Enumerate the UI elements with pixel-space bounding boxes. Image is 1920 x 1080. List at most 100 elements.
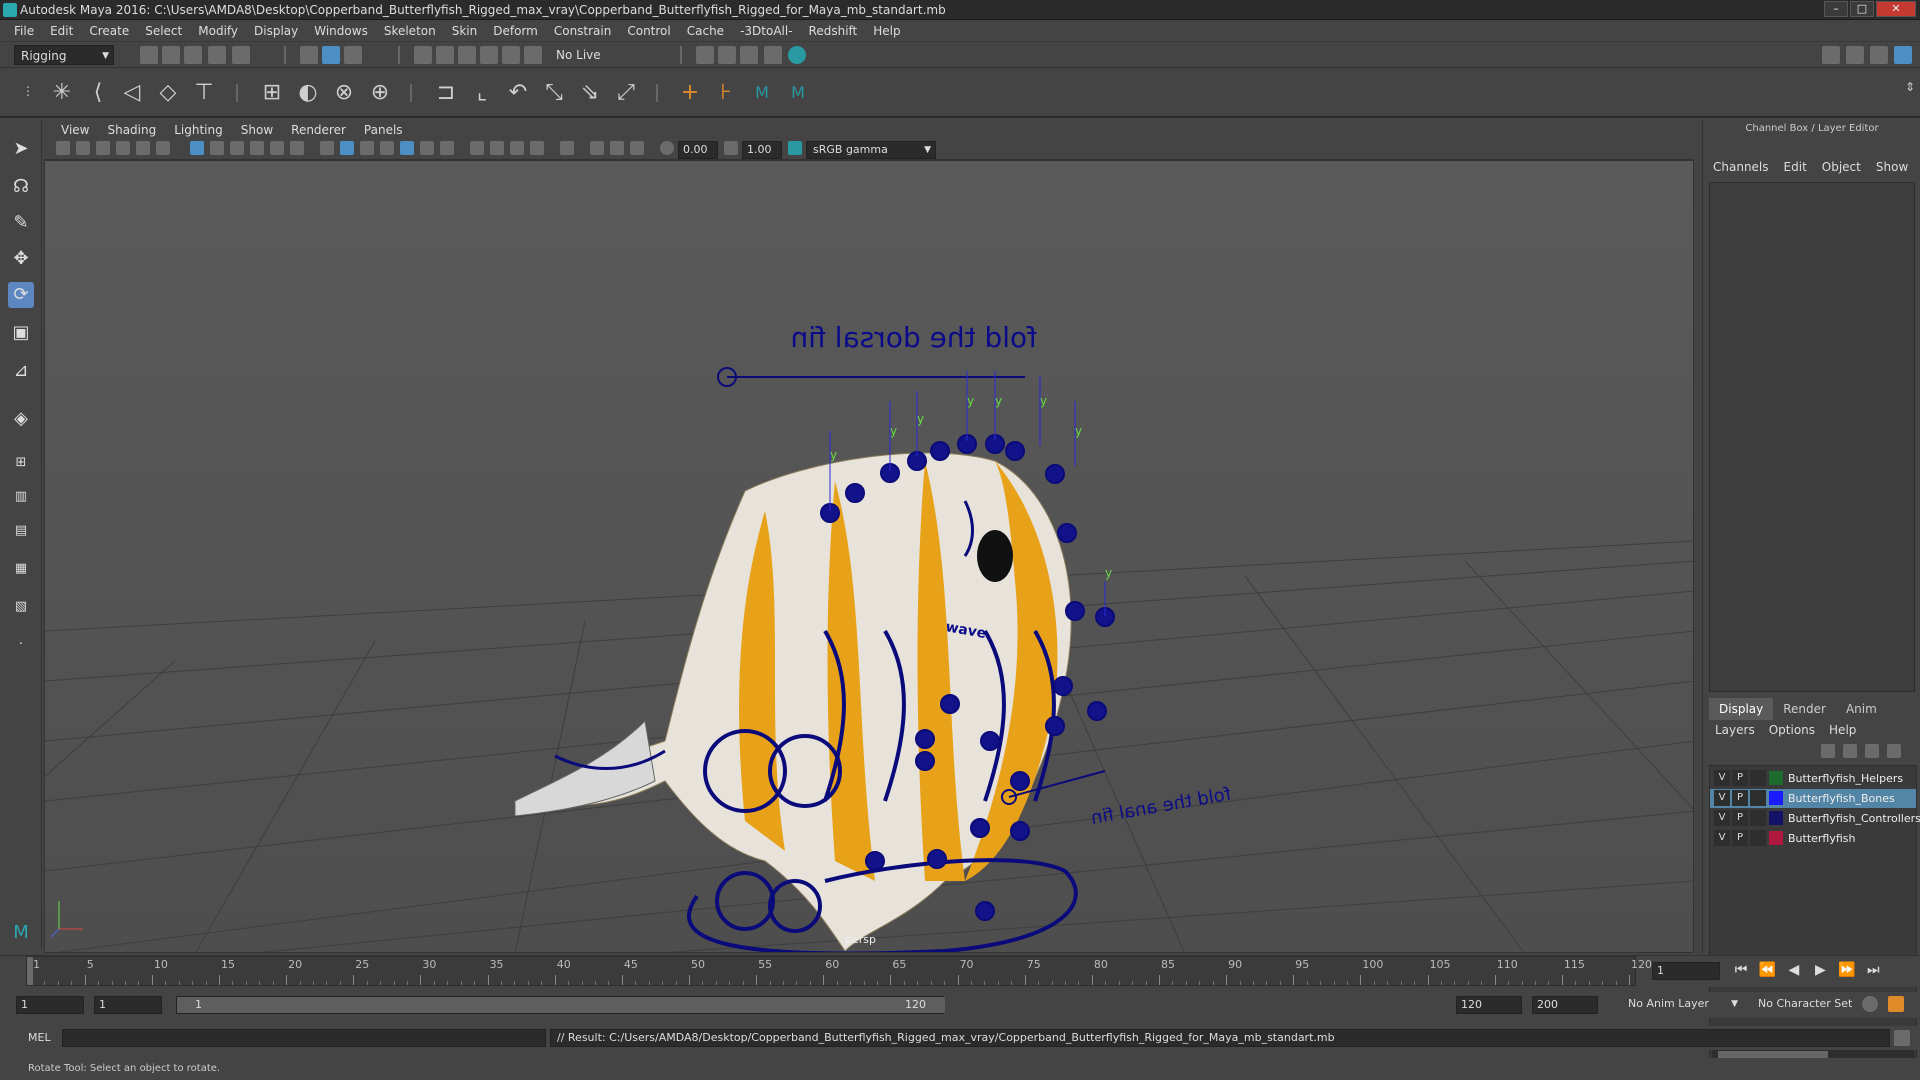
layer-color-swatch[interactable]	[1769, 791, 1783, 805]
gamma-icon[interactable]	[724, 141, 738, 155]
layer-row[interactable]: V P Butterflyfish	[1710, 829, 1916, 848]
lattice-icon[interactable]: ⊗	[330, 80, 358, 106]
tab-display[interactable]: Display	[1709, 698, 1774, 720]
script-language-toggle[interactable]: MEL	[8, 1029, 58, 1047]
default-material-icon[interactable]	[360, 141, 374, 155]
xray-components-icon[interactable]	[630, 141, 644, 155]
panel-menu-view[interactable]: View	[52, 123, 98, 137]
render-frame-icon[interactable]	[718, 46, 736, 64]
exposure-icon[interactable]	[660, 141, 674, 155]
layer-color-swatch[interactable]	[1769, 811, 1783, 825]
menu-select[interactable]: Select	[137, 24, 190, 38]
resolution-gate-icon[interactable]	[230, 141, 244, 155]
smooth-shade-icon[interactable]	[340, 141, 354, 155]
menu-control[interactable]: Control	[619, 24, 678, 38]
layer-menu-options[interactable]: Options	[1769, 720, 1815, 740]
layer-playback-toggle[interactable]: P	[1732, 830, 1748, 846]
panel-menu-shading[interactable]: Shading	[98, 123, 165, 137]
menu-windows[interactable]: Windows	[306, 24, 376, 38]
menu-3dtoall[interactable]: -3DtoAll-	[732, 24, 800, 38]
play-forward-icon[interactable]: ▶	[1809, 962, 1831, 978]
go-to-start-icon[interactable]: ⏮	[1730, 962, 1752, 978]
layer-visibility-toggle[interactable]: V	[1714, 770, 1730, 786]
channel-box-icon[interactable]	[1894, 46, 1912, 64]
tab-render[interactable]: Render	[1773, 698, 1836, 720]
snap-surface-icon[interactable]	[502, 46, 520, 64]
close-button[interactable]: ✕	[1876, 1, 1916, 17]
locator-icon[interactable]: +	[676, 80, 704, 106]
orient-constraint-icon[interactable]: ↶	[504, 80, 532, 106]
layer-menu-layers[interactable]: Layers	[1715, 720, 1755, 740]
menu-display[interactable]: Display	[246, 24, 306, 38]
perspective-viewport[interactable]: y y y y y y y y fold the dorsal fin fold…	[44, 160, 1694, 953]
ik-handle-icon[interactable]: ⟨	[84, 80, 112, 106]
channel-menu-edit[interactable]: Edit	[1784, 160, 1816, 180]
motion-blur-icon[interactable]	[490, 141, 504, 155]
bookmark-icon[interactable]	[96, 141, 110, 155]
hypershade-icon[interactable]	[788, 46, 806, 64]
layout-custom-icon[interactable]: ·	[8, 632, 34, 658]
menu-redshift[interactable]: Redshift	[801, 24, 866, 38]
paint-select-icon[interactable]: ✎	[8, 210, 34, 236]
layer-color-swatch[interactable]	[1769, 771, 1783, 785]
save-scene-icon[interactable]	[184, 46, 202, 64]
layout-graph-icon[interactable]: ▧	[8, 594, 34, 620]
field-chart-icon[interactable]	[270, 141, 284, 155]
menu-file[interactable]: File	[6, 24, 42, 38]
channel-menu-object[interactable]: Object	[1822, 160, 1870, 180]
snap-magnet-icon[interactable]	[524, 46, 542, 64]
panel-menu-show[interactable]: Show	[232, 123, 282, 137]
scale-tool-icon[interactable]: ▣	[8, 320, 34, 346]
menu-deform[interactable]: Deform	[485, 24, 546, 38]
depth-of-field-icon[interactable]	[530, 141, 544, 155]
select-component-icon[interactable]	[344, 46, 362, 64]
menu-cache[interactable]: Cache	[679, 24, 732, 38]
modeling-toolkit-icon[interactable]	[1822, 46, 1840, 64]
open-scene-icon[interactable]	[162, 46, 180, 64]
snap-view-icon[interactable]	[480, 46, 498, 64]
select-hierarchy-icon[interactable]	[300, 46, 318, 64]
show-manipulator-icon[interactable]: ◈	[8, 406, 34, 432]
snap-grid-icon[interactable]	[414, 46, 432, 64]
snap-point-icon[interactable]	[458, 46, 476, 64]
channel-menu-channels[interactable]: Channels	[1713, 160, 1778, 180]
render-settings-icon[interactable]	[764, 46, 782, 64]
menu-edit[interactable]: Edit	[42, 24, 81, 38]
cluster-icon[interactable]: ⊕	[366, 80, 394, 106]
undo-icon[interactable]	[208, 46, 226, 64]
layer-display-type[interactable]	[1750, 830, 1766, 846]
layer-row[interactable]: V P Butterflyfish_Controllers	[1710, 809, 1920, 828]
two-d-pan-icon[interactable]	[136, 141, 150, 155]
menu-modify[interactable]: Modify	[190, 24, 246, 38]
menu-set-dropdown[interactable]: Rigging ▼	[14, 45, 114, 65]
attribute-editor-icon[interactable]	[1846, 46, 1864, 64]
layer-row[interactable]: V P Butterflyfish_Helpers	[1710, 769, 1916, 788]
render-view-icon[interactable]	[696, 46, 714, 64]
layout-four-icon[interactable]: ⊞	[8, 450, 34, 476]
wireframe-on-shaded-icon[interactable]	[380, 141, 394, 155]
lights-icon[interactable]	[420, 141, 434, 155]
new-scene-icon[interactable]	[140, 46, 158, 64]
point-constraint-icon[interactable]: ⌞	[468, 80, 496, 106]
play-backward-icon[interactable]: ◀	[1783, 962, 1805, 978]
layer-visibility-toggle[interactable]: V	[1714, 810, 1730, 826]
command-input[interactable]	[62, 1029, 546, 1047]
gamma-field[interactable]: 1.00	[742, 141, 782, 159]
wireframe-icon[interactable]	[320, 141, 334, 155]
joint-tool-icon[interactable]: ✳	[48, 80, 76, 106]
channel-box-area[interactable]	[1709, 182, 1915, 692]
channel-menu-show[interactable]: Show	[1876, 160, 1917, 180]
layer-playback-toggle[interactable]: P	[1732, 810, 1748, 826]
animation-end-field[interactable]: 200	[1532, 996, 1598, 1014]
layout-outliner-icon[interactable]: ▦	[8, 556, 34, 582]
anim-layer-dropdown[interactable]: No Anim Layer ▼	[1622, 996, 1742, 1014]
ipr-render-icon[interactable]	[740, 46, 758, 64]
scale-constraint-icon[interactable]: ⤡	[540, 80, 568, 106]
select-tool-icon[interactable]: ➤	[8, 136, 34, 162]
layer-display-type[interactable]	[1750, 770, 1766, 786]
layer-visibility-toggle[interactable]: V	[1714, 790, 1730, 806]
gate-mask-icon[interactable]	[250, 141, 264, 155]
mirror-joint-icon[interactable]: ⊤	[190, 80, 218, 106]
maya-home-icon[interactable]: M	[8, 920, 34, 946]
animation-start-field[interactable]: 1	[16, 996, 84, 1014]
